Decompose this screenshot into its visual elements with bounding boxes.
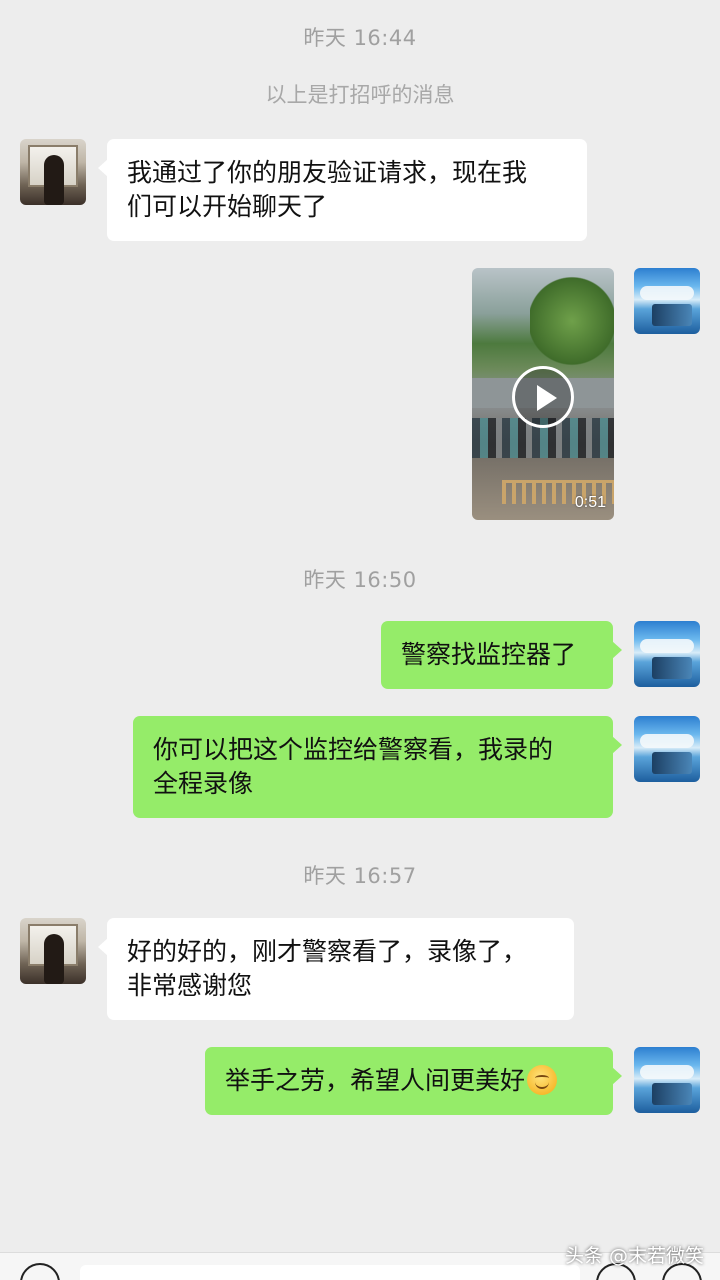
message-text: 们可以开始聊天了 bbox=[127, 192, 328, 221]
timestamp: 昨天 16:44 bbox=[303, 26, 417, 50]
message-text: 好的好的，刚才警察看了，录像了， bbox=[127, 937, 528, 966]
message-text: 我通过了你的朋友验证请求，现在我 bbox=[127, 158, 528, 187]
timestamp: 昨天 16:57 bbox=[303, 864, 417, 888]
message-bubble-outgoing[interactable]: 举手之劳，希望人间更美好 bbox=[205, 1047, 622, 1115]
message-text: 全程录像 bbox=[153, 769, 254, 798]
message-text: 举手之劳，希望人间更美好 bbox=[225, 1066, 526, 1095]
contact-avatar[interactable] bbox=[20, 139, 86, 205]
my-avatar[interactable] bbox=[634, 268, 700, 334]
my-avatar[interactable] bbox=[634, 716, 700, 782]
my-avatar[interactable] bbox=[634, 1047, 700, 1113]
play-icon[interactable] bbox=[512, 366, 574, 428]
video-duration: 0:51 bbox=[574, 494, 606, 511]
message-bubble-outgoing[interactable]: 警察找监控器了 bbox=[381, 621, 622, 689]
message-bubble-incoming[interactable]: 好的好的，刚才警察看了，录像了， 非常感谢您 bbox=[98, 918, 574, 1020]
message-bubble-incoming[interactable]: 我通过了你的朋友验证请求，现在我 们可以开始聊天了 bbox=[98, 139, 587, 241]
message-text: 你可以把这个监控给警察看，我录的 bbox=[153, 735, 554, 764]
system-notice: 以上是打招呼的消息 bbox=[265, 83, 455, 107]
smile-emoji-icon bbox=[527, 1065, 558, 1095]
watermark: 头条 @末若微笑 bbox=[564, 1245, 704, 1267]
contact-avatar[interactable] bbox=[20, 918, 86, 984]
message-bubble-outgoing[interactable]: 你可以把这个监控给警察看，我录的 全程录像 bbox=[133, 716, 622, 818]
message-text: 警察找监控器了 bbox=[401, 640, 577, 669]
message-text: 非常感谢您 bbox=[127, 971, 253, 1000]
timestamp: 昨天 16:50 bbox=[303, 568, 417, 592]
video-message[interactable]: 0:51 bbox=[472, 268, 614, 520]
my-avatar[interactable] bbox=[634, 621, 700, 687]
message-input[interactable] bbox=[80, 1265, 580, 1280]
voice-icon[interactable] bbox=[20, 1263, 60, 1280]
